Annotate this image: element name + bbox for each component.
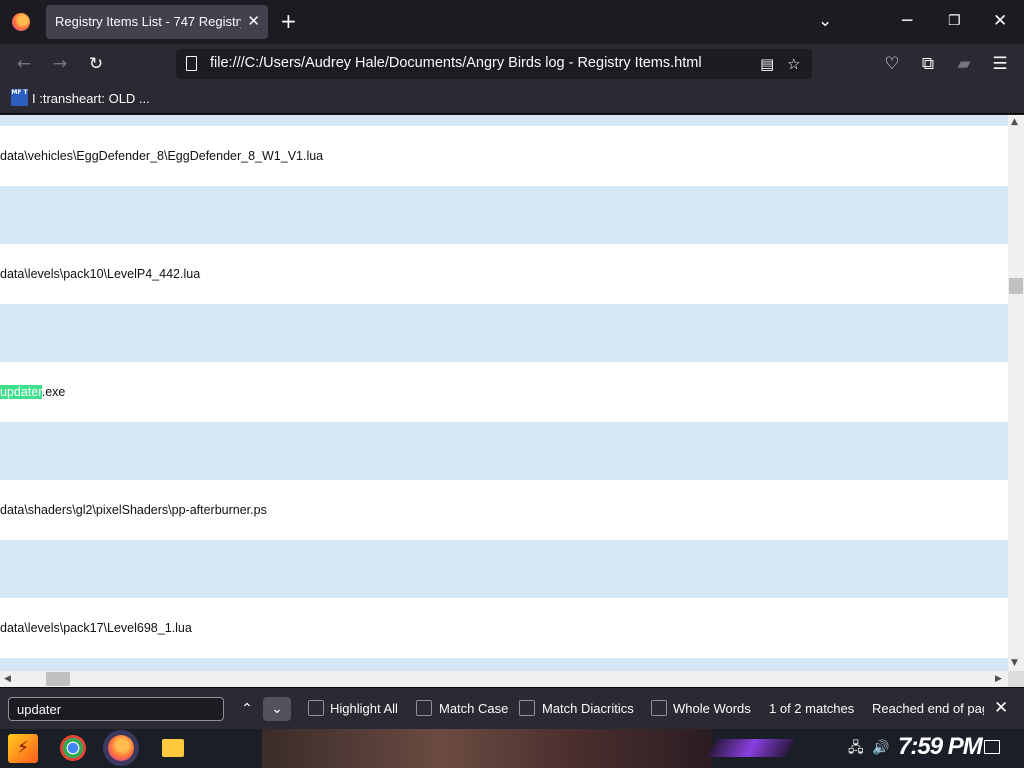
- whole-words-label[interactable]: Whole Words: [673, 701, 751, 716]
- find-input[interactable]: [8, 697, 224, 721]
- find-match-highlight: updater: [0, 385, 42, 399]
- find-status-message: Reached end of page, continued from top: [872, 701, 984, 716]
- windows-taskbar: ⚡ 🖧 🔊 7:59 PM: [0, 729, 1024, 768]
- close-window-icon[interactable]: ✕: [993, 10, 1007, 32]
- table-row: [0, 540, 1008, 598]
- bookmarks-toolbar: MF T I :transheart: OLD ...: [0, 84, 1024, 114]
- registry-item-text: data\levels\pack10\LevelP4_442.lua: [0, 267, 201, 281]
- match-case-label[interactable]: Match Case: [439, 701, 508, 716]
- tab-close-icon[interactable]: ✕: [247, 12, 260, 30]
- registry-item-text: data\vehicles\EggDefender_8\EggDefender_…: [0, 149, 324, 163]
- registry-item-text: data\shaders\gl2\pixelShaders\pp-afterbu…: [0, 503, 267, 517]
- find-bar: ⌃ ⌄ Highlight All Match Case Match Diacr…: [0, 687, 1024, 729]
- tab-title: Registry Items List - 747 Registry Items: [55, 14, 241, 29]
- scroll-down-arrow-icon[interactable]: ▼: [1011, 658, 1018, 668]
- volume-speaker-icon[interactable]: 🔊: [872, 739, 889, 757]
- firefox-menu-icon[interactable]: [12, 13, 30, 31]
- list-all-tabs-chevron-icon[interactable]: ⌄: [818, 10, 832, 32]
- navigation-toolbar: ← → ↻ file:///C:/Users/Audrey Hale/Docum…: [0, 44, 1024, 84]
- table-row: data\levels\pack17\Level698_1.lua: [0, 598, 1008, 658]
- vertical-scrollbar[interactable]: ▲ ▼: [1008, 115, 1024, 671]
- registry-item-suffix: .exe: [41, 385, 66, 399]
- horizontal-scrollbar[interactable]: ◀ ▶: [0, 671, 1008, 687]
- find-bar-close-icon[interactable]: ✕: [994, 698, 1008, 718]
- new-tab-plus-icon[interactable]: +: [280, 10, 297, 32]
- taskbar-clock[interactable]: 7:59 PM: [898, 733, 983, 761]
- highlight-all-label[interactable]: Highlight All: [330, 701, 398, 716]
- table-row: [0, 422, 1008, 480]
- start-button-icon[interactable]: ⚡: [8, 734, 38, 763]
- whole-words-checkbox[interactable]: [651, 700, 667, 716]
- action-center-notification-icon[interactable]: [984, 740, 1000, 754]
- match-diacritics-label[interactable]: Match Diacritics: [542, 701, 634, 716]
- address-bar[interactable]: file:///C:/Users/Audrey Hale/Documents/A…: [176, 49, 812, 79]
- bookmark-label: I :transheart: OLD ...: [32, 91, 150, 106]
- pocket-icon[interactable]: ♡: [881, 53, 903, 75]
- taskbar-wallpaper-banner: [262, 729, 712, 768]
- extensions-puzzle-icon[interactable]: ⧉: [917, 53, 939, 75]
- scroll-up-arrow-icon[interactable]: ▲: [1011, 117, 1018, 127]
- app-menu-hamburger-icon[interactable]: ☰: [989, 53, 1011, 75]
- registry-item-text: updater.exe: [0, 385, 65, 399]
- minimize-icon[interactable]: ─: [902, 10, 912, 32]
- forward-arrow-icon[interactable]: →: [49, 53, 71, 75]
- table-row: [0, 186, 1008, 244]
- table-row: [0, 304, 1008, 362]
- table-row: [0, 115, 1008, 126]
- restore-icon[interactable]: ❐: [948, 10, 961, 32]
- horizontal-scroll-thumb[interactable]: [46, 672, 70, 686]
- vertical-scroll-thumb[interactable]: [1009, 278, 1023, 294]
- page-document-icon: [186, 56, 197, 71]
- taskbar-decoration: [706, 739, 796, 757]
- page-content: data\vehicles\EggDefender_8\EggDefender_…: [0, 115, 1008, 671]
- match-diacritics-checkbox[interactable]: [519, 700, 535, 716]
- bookmark-favicon-icon: MF T: [11, 89, 28, 106]
- find-next-chevron-down-icon[interactable]: ⌄: [263, 697, 291, 721]
- scroll-left-arrow-icon[interactable]: ◀: [4, 674, 11, 684]
- bookmark-star-icon[interactable]: ☆: [787, 54, 800, 74]
- find-previous-chevron-up-icon[interactable]: ⌃: [233, 697, 261, 721]
- tab-strip: Registry Items List - 747 Registry Items…: [0, 0, 1024, 44]
- browser-window: Registry Items List - 747 Registry Items…: [0, 0, 1024, 768]
- url-text[interactable]: file:///C:/Users/Audrey Hale/Documents/A…: [210, 55, 740, 71]
- table-row: data\shaders\gl2\pixelShaders\pp-afterbu…: [0, 480, 1008, 540]
- extension-icon[interactable]: ▰: [953, 53, 975, 75]
- chrome-taskbar-icon[interactable]: [60, 735, 86, 761]
- reload-icon[interactable]: ↻: [85, 53, 107, 75]
- firefox-taskbar-icon[interactable]: [108, 735, 134, 761]
- table-row: data\levels\pack10\LevelP4_442.lua: [0, 244, 1008, 304]
- back-arrow-icon[interactable]: ←: [13, 53, 35, 75]
- match-case-checkbox[interactable]: [416, 700, 432, 716]
- tab-registry-items[interactable]: Registry Items List - 747 Registry Items…: [46, 5, 268, 39]
- table-row: data\vehicles\EggDefender_8\EggDefender_…: [0, 126, 1008, 186]
- reader-view-icon[interactable]: ▤: [760, 54, 774, 74]
- network-icon[interactable]: 🖧: [848, 739, 864, 757]
- file-explorer-folder-icon[interactable]: [162, 739, 184, 757]
- table-row: updater.exe: [0, 362, 1008, 422]
- highlight-all-checkbox[interactable]: [308, 700, 324, 716]
- scrollbar-corner: [1008, 671, 1024, 687]
- match-count: 1 of 2 matches: [769, 701, 855, 716]
- table-row: [0, 658, 1008, 671]
- registry-item-text: data\levels\pack17\Level698_1.lua: [0, 621, 192, 635]
- scroll-right-arrow-icon[interactable]: ▶: [995, 674, 1002, 684]
